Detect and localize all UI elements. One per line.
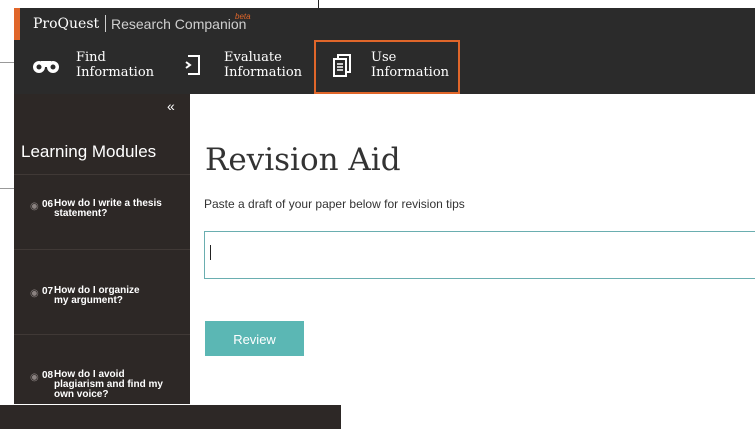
eye-icon: ◉ bbox=[30, 201, 39, 212]
module-number: 08 bbox=[42, 370, 54, 381]
instructions-text: Paste a draft of your paper below for re… bbox=[204, 197, 465, 211]
eye-icon: ◉ bbox=[30, 288, 39, 299]
nav-use-information[interactable]: Use Information bbox=[314, 40, 460, 94]
collapse-sidebar-button[interactable]: « bbox=[167, 98, 175, 114]
main-content: Revision Aid Paste a draft of your paper… bbox=[190, 94, 755, 428]
nav-evaluate-label: Evaluate Information bbox=[224, 50, 303, 80]
eye-icon: ◉ bbox=[30, 372, 39, 383]
background-divider bbox=[0, 188, 14, 189]
module-label: How do I write a thesis statement? bbox=[54, 198, 162, 219]
brand-separator bbox=[105, 15, 106, 32]
beta-badge: beta bbox=[235, 12, 251, 21]
draft-input[interactable] bbox=[204, 231, 755, 279]
evaluate-icon bbox=[184, 54, 202, 81]
text-cursor bbox=[210, 245, 211, 260]
accent-strip bbox=[14, 8, 20, 40]
brand-logo[interactable]: ProQuest bbox=[33, 16, 99, 32]
document-icon bbox=[333, 54, 351, 83]
learning-modules-sidebar: « Learning Modules ◉ 06 How do I write a… bbox=[14, 94, 190, 428]
main-nav: Find Information Evaluate Information Us… bbox=[14, 40, 755, 94]
nav-use-label: Use Information bbox=[371, 50, 450, 80]
research-companion-window: ProQuest Research Companion beta Find In… bbox=[14, 8, 755, 428]
module-label: How do I organize my argument? bbox=[54, 285, 140, 306]
nav-evaluate-information[interactable]: Evaluate Information bbox=[166, 40, 314, 94]
review-button[interactable]: Review bbox=[205, 321, 304, 356]
module-number: 06 bbox=[42, 199, 54, 210]
title-bar: ProQuest Research Companion beta bbox=[14, 8, 755, 40]
nav-find-information[interactable]: Find Information bbox=[14, 40, 166, 94]
sidebar-title: Learning Modules bbox=[21, 142, 157, 161]
background-window-edge bbox=[318, 0, 319, 8]
background-divider bbox=[0, 62, 14, 63]
page-title: Revision Aid bbox=[205, 142, 401, 178]
nav-find-label: Find Information bbox=[76, 50, 155, 80]
sidebar-divider bbox=[14, 249, 190, 250]
module-label: How do I avoid plagiarism and find my ow… bbox=[54, 369, 163, 400]
sidebar-divider bbox=[14, 174, 190, 175]
product-name: Research Companion bbox=[111, 16, 247, 32]
overlay-panel bbox=[0, 404, 341, 429]
sidebar-divider bbox=[14, 334, 190, 335]
binoculars-icon bbox=[32, 56, 60, 79]
module-number: 07 bbox=[42, 286, 54, 297]
